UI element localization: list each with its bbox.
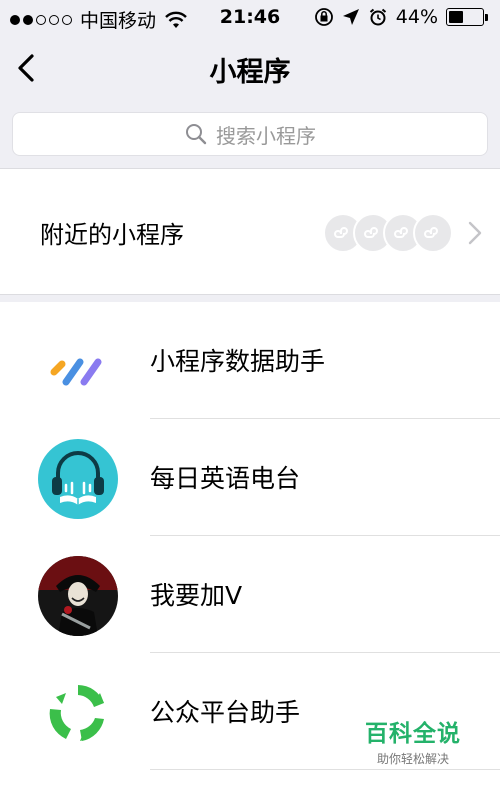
search-icon: [186, 124, 207, 145]
watermark-subtitle: 助你轻松解决: [376, 752, 449, 766]
list-item-label: 公众平台助手: [150, 698, 301, 727]
rotation-lock-icon: [314, 8, 333, 26]
nearby-label: 附近的小程序: [40, 221, 184, 249]
status-right: 44%: [314, 6, 488, 28]
list-item[interactable]: 我要加V: [0, 536, 500, 653]
battery-percent: 44%: [395, 6, 438, 28]
search-placeholder: 搜索小程序: [216, 123, 316, 148]
nearby-badges: [323, 213, 463, 253]
watermark: 百科全说 助你轻松解决: [363, 714, 463, 767]
location-arrow-icon: [342, 9, 359, 25]
list-item-label: 每日英语电台: [150, 464, 301, 493]
chevron-right-icon: [468, 221, 482, 245]
alarm-clock-icon: [369, 8, 386, 26]
mini-program-logo-icon: [413, 213, 453, 253]
avatar-mask-icon: [38, 556, 118, 636]
data-assistant-icon: [50, 358, 102, 386]
search-input[interactable]: 搜索小程序: [12, 112, 488, 156]
status-bar: 中国移动 21:46 44%: [0, 0, 500, 40]
nearby-mini-programs-row[interactable]: 附近的小程序: [0, 168, 500, 295]
list-item[interactable]: 小程序数据助手: [0, 302, 500, 419]
platform-assistant-icon: [49, 685, 104, 741]
list-item[interactable]: 每日英语电台: [0, 419, 500, 536]
divider: [150, 769, 500, 770]
list-item-label: 我要加V: [150, 581, 243, 610]
nav-bar: 小程序: [0, 40, 500, 96]
english-radio-headphones-icon: [38, 439, 118, 519]
list-item-label: 小程序数据助手: [150, 347, 326, 376]
watermark-title: 百科全说: [365, 721, 461, 747]
battery-icon: [446, 8, 488, 26]
page-title: 小程序: [209, 57, 291, 88]
